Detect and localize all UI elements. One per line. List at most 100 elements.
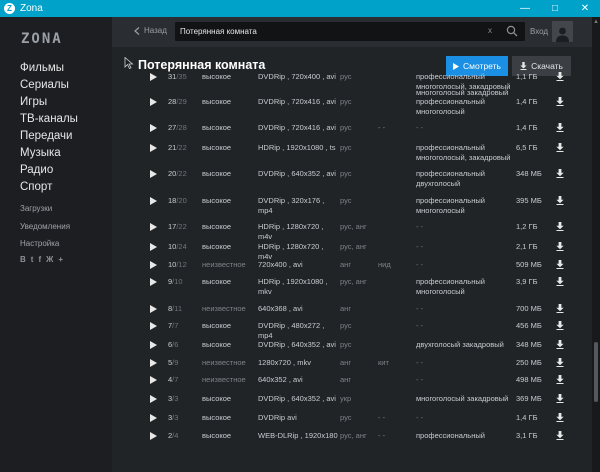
size-cell: 369 МБ: [516, 394, 542, 403]
maximize-icon[interactable]: □: [540, 0, 570, 17]
peers-count: /11: [172, 304, 183, 313]
row-download-icon[interactable]: [556, 260, 564, 269]
row-play-icon[interactable]: [150, 376, 157, 384]
user-icon: [556, 27, 569, 42]
row-play-icon[interactable]: [150, 144, 157, 152]
sidebar-item-settings[interactable]: Настройка: [20, 235, 70, 253]
scroll-up-icon[interactable]: ▲: [593, 19, 599, 25]
sidebar-item-music[interactable]: Музыка: [20, 145, 78, 162]
sidebar: ZONA Фильмы Сериалы Игры ТВ-каналы Перед…: [0, 17, 112, 472]
row-play-icon[interactable]: [150, 322, 157, 330]
vk-icon[interactable]: В: [20, 255, 26, 264]
avatar[interactable]: [552, 21, 573, 42]
row-download-icon[interactable]: [556, 72, 564, 81]
format-cell: 1280x720 , mkv: [258, 358, 311, 367]
row-play-icon[interactable]: [150, 261, 157, 269]
row-download-icon[interactable]: [556, 375, 564, 384]
row-download-icon[interactable]: [556, 196, 564, 205]
size-cell: 348 МБ: [516, 169, 542, 178]
quality-cell: высокое: [202, 277, 232, 286]
row-download-icon[interactable]: [556, 358, 564, 367]
sidebar-item-movies[interactable]: Фильмы: [20, 60, 78, 77]
row-play-icon[interactable]: [150, 73, 157, 81]
odnoklassniki-icon[interactable]: Ж: [46, 255, 53, 264]
scrollbar[interactable]: ▲: [592, 17, 600, 472]
voice-cell: - -: [416, 242, 424, 251]
peers-count: /35: [176, 72, 187, 81]
row-download-icon[interactable]: [556, 277, 564, 286]
row-play-icon[interactable]: [150, 395, 157, 403]
app-icon: Z: [4, 3, 15, 14]
google-plus-icon[interactable]: +: [58, 255, 63, 264]
size-cell: 2,1 ГБ: [516, 242, 538, 251]
window-titlebar: Z Zona — □ ✕: [0, 0, 600, 17]
sidebar-item-games[interactable]: Игры: [20, 94, 78, 111]
format-cell: DVDRip avi: [258, 413, 297, 422]
zona-logo[interactable]: ZONA: [21, 31, 63, 47]
row-download-icon[interactable]: [556, 97, 564, 106]
search-icon[interactable]: [506, 25, 518, 37]
peers-count: /7: [172, 321, 179, 330]
facebook-icon[interactable]: f: [38, 255, 41, 264]
row-play-icon[interactable]: [150, 278, 157, 286]
audio-lang-cell: рус: [340, 340, 352, 349]
row-play-icon[interactable]: [150, 414, 157, 422]
row-play-icon[interactable]: [150, 98, 157, 106]
chevron-left-icon: [134, 26, 140, 35]
row-download-icon[interactable]: [556, 143, 564, 152]
row-download-icon[interactable]: [556, 304, 564, 313]
twitter-icon[interactable]: t: [31, 255, 34, 264]
peers-count: /29: [176, 97, 187, 106]
row-download-icon[interactable]: [556, 431, 564, 440]
seeds-peers: 27/28: [168, 123, 187, 132]
clear-search-icon[interactable]: x: [488, 26, 492, 35]
size-cell: 1,4 ГБ: [516, 413, 538, 422]
row-download-icon[interactable]: [556, 394, 564, 403]
login-link[interactable]: Вход: [530, 27, 548, 36]
quality-cell: высокое: [202, 321, 232, 330]
minimize-icon[interactable]: —: [510, 0, 540, 17]
size-cell: 700 МБ: [516, 304, 542, 313]
size-cell: 498 МБ: [516, 375, 542, 384]
row-download-icon[interactable]: [556, 123, 564, 132]
row-download-icon[interactable]: [556, 340, 564, 349]
row-play-icon[interactable]: [150, 359, 157, 367]
subs-lang-cell: - -: [378, 413, 386, 422]
close-icon[interactable]: ✕: [570, 0, 600, 17]
voice-cell: многоголосый закадровый: [416, 394, 509, 403]
sidebar-item-notifications[interactable]: Уведомления: [20, 218, 70, 236]
row-play-icon[interactable]: [150, 197, 157, 205]
window-title: Zona: [20, 3, 43, 14]
seeds-peers: 3/3: [168, 413, 178, 422]
row-download-icon[interactable]: [556, 222, 564, 231]
voice-cell: профессиональный: [416, 431, 485, 440]
sidebar-item-downloads[interactable]: Загрузки: [20, 200, 70, 218]
sidebar-subnav: Загрузки Уведомления Настройка: [20, 200, 70, 253]
row-play-icon[interactable]: [150, 170, 157, 178]
row-play-icon[interactable]: [150, 223, 157, 231]
sidebar-item-series[interactable]: Сериалы: [20, 77, 78, 94]
size-cell: 509 МБ: [516, 260, 542, 269]
sidebar-item-sport[interactable]: Спорт: [20, 179, 78, 196]
sidebar-item-shows[interactable]: Передачи: [20, 128, 78, 145]
sidebar-item-radio[interactable]: Радио: [20, 162, 78, 179]
sidebar-item-tv-channels[interactable]: ТВ-каналы: [20, 111, 78, 128]
row-play-icon[interactable]: [150, 124, 157, 132]
search-input[interactable]: [180, 24, 480, 39]
quality-cell: высокое: [202, 431, 232, 440]
format-cell: 640x368 , avi: [258, 304, 303, 313]
row-play-icon[interactable]: [150, 243, 157, 251]
back-button[interactable]: Назад: [134, 26, 167, 35]
voice-cell: - -: [416, 304, 424, 313]
row-play-icon[interactable]: [150, 341, 157, 349]
quality-cell: неизвестное: [202, 375, 246, 384]
row-download-icon[interactable]: [556, 321, 564, 330]
scrollbar-thumb[interactable]: [594, 342, 598, 402]
row-play-icon[interactable]: [150, 305, 157, 313]
row-download-icon[interactable]: [556, 413, 564, 422]
row-download-icon[interactable]: [556, 169, 564, 178]
row-download-icon[interactable]: [556, 242, 564, 251]
row-play-icon[interactable]: [150, 432, 157, 440]
subs-lang-cell: - -: [378, 123, 386, 132]
subs-lang-cell: кит: [378, 358, 389, 367]
